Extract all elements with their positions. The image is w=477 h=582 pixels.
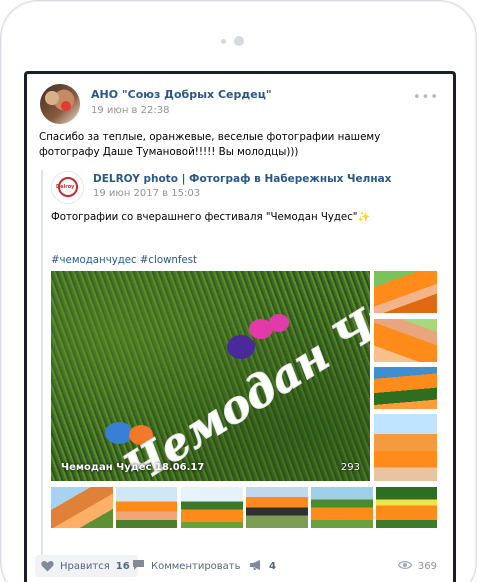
repost-date[interactable]: 19 июн 2017 в 15:03 (93, 188, 200, 199)
album-photo[interactable] (374, 319, 437, 362)
tablet-frame: АНО "Союз Добрых Сердец" 19 июн в 22:38 … (0, 0, 477, 582)
photo-letters: Чемодан Чудес (116, 271, 370, 481)
repost-divider (41, 170, 43, 568)
album-thumbnail[interactable] (311, 487, 373, 528)
photo-artwork: Чемодан Чудес (105, 271, 370, 481)
album-main-photo[interactable]: Чемодан Чудес Чемодан Чудес 18.06.17 293 (51, 271, 370, 481)
share-button[interactable]: 4 (249, 555, 276, 577)
album-thumbnail[interactable] (116, 487, 177, 528)
album-thumbnail[interactable] (246, 487, 308, 528)
comment-button[interactable]: Комментировать (132, 555, 241, 577)
camera-icon (234, 36, 244, 46)
eye-icon (397, 560, 413, 573)
more-dots-icon[interactable]: ••• (413, 90, 439, 105)
views-counter: 369 (397, 555, 437, 577)
album-photo[interactable] (374, 414, 437, 481)
share-count: 4 (269, 560, 276, 572)
post-date[interactable]: 19 июн в 22:38 (91, 105, 169, 116)
comment-label: Комментировать (151, 560, 241, 572)
album-count: 293 (340, 462, 360, 473)
sensor-dot (221, 39, 226, 44)
post-text: Спасибо за теплые, оранжевые, веселые фо… (39, 131, 381, 158)
heart-icon (41, 560, 54, 572)
megaphone-icon (249, 559, 263, 574)
album-thumbnail[interactable] (181, 487, 243, 528)
album-thumbnail[interactable] (51, 487, 113, 528)
delroy-logo-text: Delroy (56, 184, 75, 190)
repost-author-link[interactable]: DELROY photo | Фотограф в Набережных Чел… (93, 173, 391, 185)
repost-text-content: Фотографии со вчерашнего фестиваля "Чемо… (51, 212, 358, 223)
screen: АНО "Союз Добрых Сердец" 19 июн в 22:38 … (24, 71, 456, 582)
like-button[interactable]: Нравится 16 (35, 555, 138, 577)
hashtags-link[interactable]: #чемоданчудес #clownfest (51, 255, 197, 266)
sparkle-icon: ✨ (357, 212, 371, 223)
wall-post: АНО "Союз Добрых Сердец" 19 июн в 22:38 … (27, 74, 453, 582)
album-photo[interactable] (374, 271, 437, 313)
album-thumbnail[interactable] (376, 487, 437, 528)
repost-avatar[interactable]: Delroy (51, 171, 84, 204)
group-name-link[interactable]: АНО "Союз Добрых Сердец" (91, 88, 272, 101)
like-count: 16 (115, 560, 130, 572)
album-photo[interactable] (374, 367, 437, 409)
comment-icon (132, 559, 145, 574)
group-avatar[interactable] (40, 84, 80, 124)
post-actions: Нравится 16 Комментировать 4 369 (27, 552, 453, 582)
repost-text: Фотографии со вчерашнего фестиваля "Чемо… (51, 212, 370, 223)
album-caption: Чемодан Чудес 18.06.17 (61, 462, 205, 473)
views-count: 369 (417, 560, 437, 572)
like-label: Нравится (60, 560, 110, 572)
